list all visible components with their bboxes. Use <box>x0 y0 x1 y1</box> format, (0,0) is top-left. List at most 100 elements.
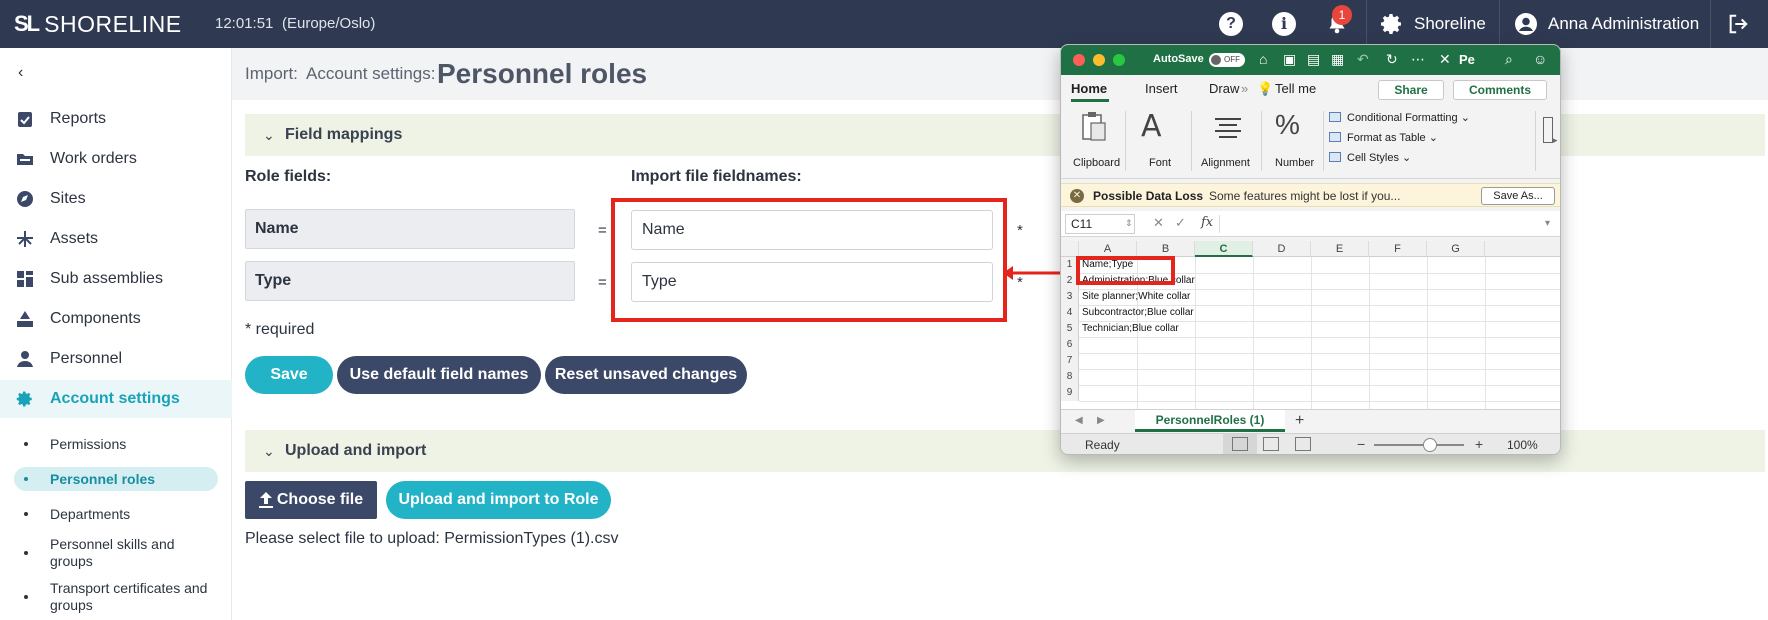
zoom-in-icon[interactable]: + <box>1475 436 1483 452</box>
shoreline-logo[interactable]: SL SHORELINE <box>14 10 182 38</box>
prev-sheet-icon[interactable]: ◀ <box>1075 415 1083 426</box>
maximize-window-button[interactable] <box>1113 54 1125 66</box>
row-header[interactable]: 8 <box>1061 369 1079 385</box>
font-group[interactable]: A Font <box>1133 103 1189 179</box>
name-box-dropdown-icon[interactable]: ⇕ <box>1125 218 1133 229</box>
upload-and-import-button[interactable]: Upload and import to Role <box>386 481 611 519</box>
comments-button[interactable]: Comments <box>1453 80 1547 100</box>
row-header[interactable]: 3 <box>1061 289 1079 305</box>
redo-icon[interactable]: ↻ <box>1386 51 1398 68</box>
column-header[interactable]: C <box>1195 241 1253 257</box>
help-icon[interactable]: ? <box>1219 12 1243 36</box>
zoom-slider[interactable] <box>1374 444 1464 446</box>
sidebar-item-reports[interactable]: Reports <box>0 100 232 138</box>
grid-line <box>1079 353 1560 354</box>
collapse-sidebar-icon[interactable]: ‹ <box>18 64 23 82</box>
breadcrumb-account-settings[interactable]: Account settings: <box>306 64 435 84</box>
sidebar-item-personnel[interactable]: Personnel <box>0 340 232 378</box>
ribbon-scroll-icon[interactable]: ▸ <box>1553 135 1558 146</box>
expand-formula-icon[interactable]: ▾ <box>1545 218 1550 229</box>
column-header[interactable]: D <box>1253 241 1311 257</box>
more-icon[interactable]: ⋯ <box>1411 51 1425 68</box>
column-header[interactable]: A <box>1079 241 1137 257</box>
minimize-window-button[interactable] <box>1093 54 1105 66</box>
save-icon[interactable]: ▣ <box>1283 51 1296 68</box>
chevron-down-icon: ⌄ <box>263 126 275 143</box>
row-header[interactable]: 6 <box>1061 337 1079 353</box>
sidebar-item-sub-assemblies[interactable]: Sub assemblies <box>0 260 232 298</box>
use-default-field-names-button[interactable]: Use default field names <box>337 356 541 394</box>
tab-insert[interactable]: Insert <box>1145 81 1178 96</box>
sidebar-item-assets[interactable]: Assets <box>0 220 232 258</box>
add-sheet-icon[interactable]: + <box>1295 412 1304 430</box>
info-icon[interactable]: i <box>1272 12 1296 36</box>
sidebar-subitem-personnel-roles[interactable]: Personnel roles <box>14 467 218 491</box>
org-name[interactable]: Shoreline <box>1414 14 1486 34</box>
row-header[interactable]: 4 <box>1061 305 1079 321</box>
select-all-corner[interactable] <box>1061 241 1079 257</box>
column-header-extra[interactable] <box>1485 241 1560 257</box>
sidebar-subitem-transport-certificates[interactable]: Transport certificates and groups <box>14 579 218 615</box>
close-warning-icon[interactable]: ✕ <box>1070 189 1084 203</box>
cell-a4[interactable]: Subcontractor;Blue collar <box>1082 305 1194 321</box>
sheet-tab-personnelroles[interactable]: PersonnelRoles (1) <box>1135 410 1285 432</box>
column-header[interactable]: B <box>1137 241 1195 257</box>
column-header[interactable]: F <box>1369 241 1427 257</box>
enter-icon[interactable]: ✓ <box>1175 215 1186 231</box>
sidebar-subitem-permissions[interactable]: Permissions <box>14 432 218 456</box>
search-icon[interactable]: ⌕ <box>1505 51 1513 68</box>
user-avatar-icon[interactable] <box>1514 12 1538 36</box>
user-name[interactable]: Anna Administration <box>1548 14 1699 34</box>
zoom-out-icon[interactable]: − <box>1357 436 1365 452</box>
close-window-button[interactable] <box>1073 54 1085 66</box>
zoom-level[interactable]: 100% <box>1507 438 1538 452</box>
sidebar-item-account-settings[interactable]: Account settings <box>0 380 232 418</box>
tell-me-search[interactable]: Tell me <box>1275 81 1316 96</box>
sidebar-item-components[interactable]: Components <box>0 300 232 338</box>
sidebar-subitem-departments[interactable]: Departments <box>14 502 218 526</box>
cell-styles-button[interactable]: Cell Styles ⌄ <box>1329 151 1411 164</box>
function-icon[interactable]: fx <box>1201 215 1213 230</box>
cells-group-icon[interactable] <box>1543 117 1553 143</box>
save-as-icon[interactable]: ▤ <box>1307 51 1320 68</box>
gear-icon[interactable] <box>1380 12 1404 36</box>
column-header[interactable]: E <box>1311 241 1369 257</box>
sidebar-subitem-personnel-skills[interactable]: Personnel skills and groups <box>14 535 218 571</box>
clipboard-group[interactable]: Clipboard <box>1069 103 1121 179</box>
tab-home[interactable]: Home <box>1071 81 1107 96</box>
row-header[interactable]: 5 <box>1061 321 1079 337</box>
page-layout-view-icon[interactable] <box>1263 437 1279 451</box>
number-group[interactable]: % Number <box>1267 103 1323 179</box>
alignment-group[interactable]: Alignment <box>1197 103 1257 179</box>
home-icon[interactable]: ⌂ <box>1259 51 1267 67</box>
logout-icon[interactable] <box>1727 13 1749 35</box>
cell-a5[interactable]: Technician;Blue collar <box>1082 321 1179 337</box>
sidebar-item-sites[interactable]: Sites <box>0 180 232 218</box>
page-break-view-icon[interactable] <box>1295 437 1311 451</box>
tab-draw[interactable]: Draw <box>1209 81 1239 96</box>
format-as-table-button[interactable]: Format as Table ⌄ <box>1329 131 1438 144</box>
conditional-formatting-button[interactable]: Conditional Formatting ⌄ <box>1329 111 1470 124</box>
cell-a3[interactable]: Site planner;White collar <box>1082 289 1190 305</box>
save-as-button[interactable]: Save As... <box>1481 187 1555 205</box>
upload-hint: Please select file to upload: Permission… <box>245 530 619 547</box>
row-header[interactable]: 9 <box>1061 385 1079 401</box>
grid-line <box>1079 385 1560 386</box>
print-icon[interactable]: ▦ <box>1331 51 1344 68</box>
share-button[interactable]: Share <box>1378 80 1444 100</box>
normal-view-icon[interactable] <box>1232 437 1248 451</box>
sidebar-item-work-orders[interactable]: Work orders <box>0 140 232 178</box>
undo-icon[interactable]: ↶ <box>1357 51 1369 68</box>
zoom-slider-handle[interactable] <box>1423 438 1437 452</box>
column-header[interactable]: G <box>1427 241 1485 257</box>
cancel-icon[interactable]: ✕ <box>1153 215 1164 231</box>
row-header[interactable]: 7 <box>1061 353 1079 369</box>
breadcrumb-import[interactable]: Import: <box>245 64 298 84</box>
choose-file-button[interactable]: Choose file <box>245 481 377 519</box>
save-button[interactable]: Save <box>245 356 333 394</box>
next-sheet-icon[interactable]: ▶ <box>1097 415 1105 426</box>
smiley-feedback-icon[interactable]: ☺ <box>1533 51 1547 67</box>
more-tabs-icon[interactable]: » <box>1241 81 1248 96</box>
reset-unsaved-changes-button[interactable]: Reset unsaved changes <box>545 356 747 394</box>
autosave-toggle[interactable]: OFF <box>1209 53 1245 67</box>
